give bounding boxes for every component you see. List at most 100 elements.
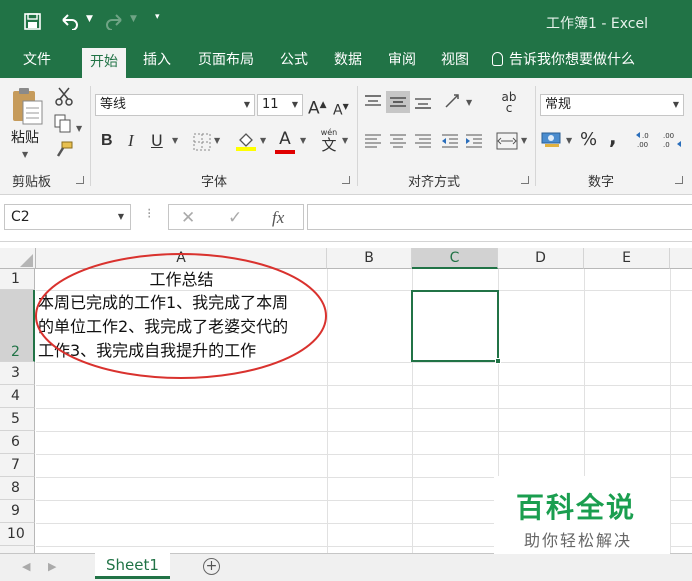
tab-insert[interactable]: 插入	[141, 44, 173, 78]
sheet-next-icon[interactable]: ▶	[48, 560, 56, 573]
column-header-b[interactable]: B	[327, 248, 412, 269]
shrink-font-icon: A	[333, 102, 343, 119]
add-sheet-button[interactable]: +	[203, 558, 220, 575]
font-color-button[interactable]: A	[274, 128, 296, 154]
clipboard-dialog-launcher[interactable]	[76, 176, 84, 184]
underline-dropdown-icon[interactable]: ▼	[172, 130, 178, 152]
active-cell-c2[interactable]	[411, 290, 501, 364]
column-header-d[interactable]: D	[498, 248, 584, 269]
insert-function-button[interactable]: fx	[272, 206, 284, 230]
row-header-9[interactable]: 9	[0, 500, 35, 523]
font-color-dropdown-icon[interactable]: ▼	[300, 130, 306, 152]
cancel-entry-button[interactable]: ✕	[181, 206, 195, 230]
gridline	[670, 269, 671, 553]
row-header-2-label: 2	[11, 344, 20, 360]
top-align-icon[interactable]	[363, 94, 383, 110]
phonetic-guide-button[interactable]: wén 文	[318, 128, 340, 153]
font-size-value: 11	[262, 97, 279, 112]
decrease-indent-icon[interactable]	[440, 133, 460, 149]
number-dialog-launcher[interactable]	[675, 176, 683, 184]
tab-data[interactable]: 数据	[332, 44, 364, 78]
customize-quick-access-icon[interactable]: ▾	[155, 12, 160, 22]
tell-me-search[interactable]: 告诉我你想要做什么	[492, 44, 635, 78]
font-dialog-launcher[interactable]	[342, 176, 350, 184]
alignment-dialog-launcher[interactable]	[521, 176, 529, 184]
row-header-7[interactable]: 7	[0, 454, 35, 477]
select-all-corner[interactable]	[0, 248, 36, 269]
row-header-1[interactable]: 1	[0, 269, 35, 290]
number-format-combo[interactable]: 常规 ▼	[540, 94, 684, 116]
tab-home[interactable]: 开始	[82, 48, 126, 78]
sheet-prev-icon[interactable]: ◀	[22, 560, 30, 573]
tab-file[interactable]: 文件	[21, 44, 53, 78]
sheet-tab-sheet1[interactable]: Sheet1	[95, 553, 170, 579]
tab-page-layout[interactable]: 页面布局	[194, 44, 258, 78]
row-header-8[interactable]: 8	[0, 477, 35, 500]
wrap-text-button[interactable]: ab c	[498, 91, 520, 114]
copy-dropdown-icon[interactable]: ▼	[76, 118, 82, 140]
percent-button[interactable]: %	[580, 129, 597, 151]
underline-button[interactable]: U	[151, 130, 163, 152]
middle-align-icon	[390, 97, 406, 107]
formula-input[interactable]	[307, 204, 692, 230]
format-painter-icon[interactable]	[54, 140, 74, 160]
row-header-10[interactable]: 10	[0, 523, 35, 546]
shrink-font-button[interactable]: A▼	[333, 96, 349, 122]
name-box[interactable]: C2 ▼	[4, 204, 131, 230]
merge-center-icon[interactable]	[496, 132, 518, 150]
fill-color-dropdown-icon[interactable]: ▼	[260, 130, 266, 152]
tab-review[interactable]: 审阅	[386, 44, 418, 78]
tab-formulas[interactable]: 公式	[278, 44, 310, 78]
paste-icon[interactable]	[10, 86, 44, 126]
row-header-4[interactable]: 4	[0, 385, 35, 408]
fill-color-icon[interactable]	[235, 130, 257, 152]
bold-button[interactable]: B	[101, 130, 113, 152]
undo-dropdown-icon[interactable]: ▼	[86, 14, 93, 24]
save-icon[interactable]	[24, 13, 41, 30]
number-format-value: 常规	[545, 97, 572, 112]
align-right-icon[interactable]	[413, 133, 433, 149]
middle-align-button[interactable]	[386, 91, 410, 113]
copy-icon[interactable]	[54, 114, 72, 134]
tab-view[interactable]: 视图	[439, 44, 471, 78]
borders-dropdown-icon[interactable]: ▼	[214, 130, 220, 152]
font-size-combo[interactable]: 11 ▼	[257, 94, 303, 116]
row-header-3[interactable]: 3	[0, 362, 35, 385]
bottom-align-icon[interactable]	[413, 94, 433, 110]
svg-text:.00: .00	[637, 141, 648, 149]
formula-bar-grip-icon: ⁝	[147, 206, 152, 222]
cut-icon[interactable]	[55, 86, 73, 106]
phonetic-dropdown-icon[interactable]: ▼	[342, 130, 348, 152]
font-family-combo[interactable]: 等线 ▼	[95, 94, 255, 116]
confirm-entry-button[interactable]: ✓	[228, 206, 242, 230]
font-color-icon: A	[279, 129, 291, 149]
column-header-overflow	[670, 248, 692, 269]
increase-indent-icon[interactable]	[464, 133, 484, 149]
column-header-c[interactable]: C	[412, 248, 498, 269]
increase-decimal-icon[interactable]: .0.00	[634, 130, 656, 150]
orientation-icon[interactable]	[442, 91, 464, 111]
column-header-e[interactable]: E	[584, 248, 670, 269]
undo-icon[interactable]	[60, 12, 80, 30]
row-header-2[interactable]: 2	[0, 290, 35, 362]
sheet-tab-bar: ◀ ▶ Sheet1 +	[0, 553, 692, 581]
fill-handle[interactable]	[495, 358, 501, 364]
align-center-icon[interactable]	[388, 133, 408, 149]
italic-button[interactable]: I	[128, 130, 134, 152]
borders-icon[interactable]	[193, 133, 211, 151]
accounting-dropdown-icon[interactable]: ▼	[566, 130, 572, 152]
comma-button[interactable]: ,	[609, 126, 617, 148]
accounting-format-icon[interactable]	[541, 131, 563, 149]
row-header-6[interactable]: 6	[0, 431, 35, 454]
align-left-icon[interactable]	[363, 133, 383, 149]
svg-text:.00: .00	[663, 132, 674, 140]
group-separator	[357, 86, 358, 186]
row-header-11[interactable]	[0, 546, 35, 553]
row-header-5[interactable]: 5	[0, 408, 35, 431]
paste-dropdown-icon[interactable]: ▼	[22, 144, 28, 166]
grow-font-button[interactable]: A▲	[308, 94, 327, 120]
merge-dropdown-icon[interactable]: ▼	[521, 130, 527, 152]
orientation-dropdown-icon[interactable]: ▼	[466, 92, 472, 114]
decrease-decimal-icon[interactable]: .00.0	[660, 130, 684, 150]
gridline	[36, 431, 692, 432]
